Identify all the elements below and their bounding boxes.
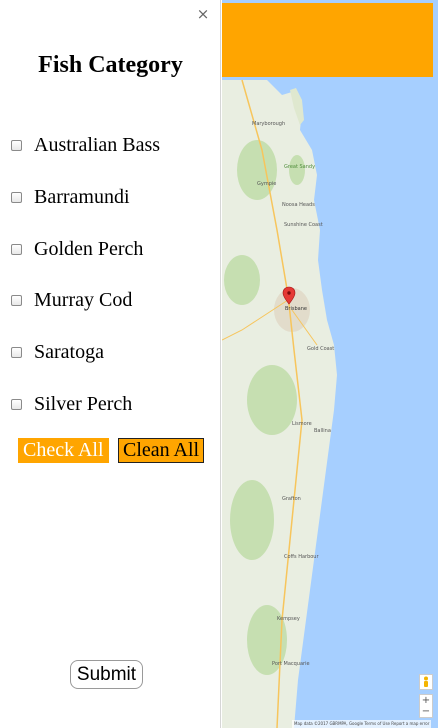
- option-murray-cod: Murray Cod: [11, 288, 132, 312]
- panel-title: Fish Category: [38, 52, 183, 78]
- option-label: Barramundi: [34, 185, 130, 208]
- checkbox[interactable]: [11, 243, 22, 255]
- clean-all-button[interactable]: Clean All: [118, 438, 205, 463]
- zoom-in-button[interactable]: +: [420, 695, 432, 706]
- map-label-gold-coast: Gold Coast: [307, 346, 334, 352]
- checkbox[interactable]: [11, 294, 22, 306]
- option-label: Silver Perch: [34, 392, 133, 415]
- map-label-ballina: Ballina: [314, 428, 331, 434]
- map-label-kempsey: Kempsey: [277, 616, 300, 622]
- filter-panel: × Fish Category Australian Bass Barramun…: [0, 0, 221, 728]
- checkbox[interactable]: [11, 398, 22, 410]
- map-view[interactable]: Maryborough Great Sandy Gympie Noosa Hea…: [222, 0, 438, 728]
- checkbox[interactable]: [11, 139, 22, 151]
- option-barramundi: Barramundi: [11, 185, 130, 209]
- option-saratoga: Saratoga: [11, 340, 104, 364]
- checkbox[interactable]: [11, 346, 22, 358]
- option-label: Australian Bass: [34, 133, 161, 156]
- map-label-port-macquarie: Port Macquarie: [272, 661, 310, 667]
- header-bar: [222, 3, 433, 77]
- street-view-pegman-icon[interactable]: [419, 674, 433, 690]
- check-all-button[interactable]: Check All: [18, 438, 109, 463]
- option-golden-perch: Golden Perch: [11, 237, 143, 261]
- checkbox[interactable]: [11, 191, 22, 203]
- option-label: Saratoga: [34, 340, 104, 363]
- option-australian-bass: Australian Bass: [11, 133, 160, 157]
- map-attribution[interactable]: Map data ©2017 GBRMPA, Google Terms of U…: [292, 720, 432, 728]
- option-label: Golden Perch: [34, 237, 144, 260]
- map-label-great-sandy: Great Sandy: [284, 164, 315, 170]
- option-label: Murray Cod: [34, 288, 133, 311]
- map-label-brisbane: Brisbane: [285, 306, 307, 312]
- map-label-gympie: Gympie: [257, 181, 276, 187]
- map-label-grafton: Grafton: [282, 496, 301, 502]
- map-label-noosa: Noosa Heads: [282, 202, 315, 208]
- zoom-out-button[interactable]: −: [420, 706, 432, 717]
- map-label-maryborough: Maryborough: [252, 121, 285, 127]
- map-label-coffs: Coffs Harbour: [284, 554, 319, 560]
- option-silver-perch: Silver Perch: [11, 392, 132, 416]
- zoom-control: + −: [419, 694, 433, 718]
- map-canvas: Maryborough Great Sandy Gympie Noosa Hea…: [222, 0, 438, 728]
- submit-button[interactable]: Submit: [70, 660, 143, 689]
- close-icon[interactable]: ×: [195, 5, 211, 23]
- map-label-sunshine: Sunshine Coast: [284, 222, 323, 228]
- map-label-lismore: Lismore: [292, 421, 312, 427]
